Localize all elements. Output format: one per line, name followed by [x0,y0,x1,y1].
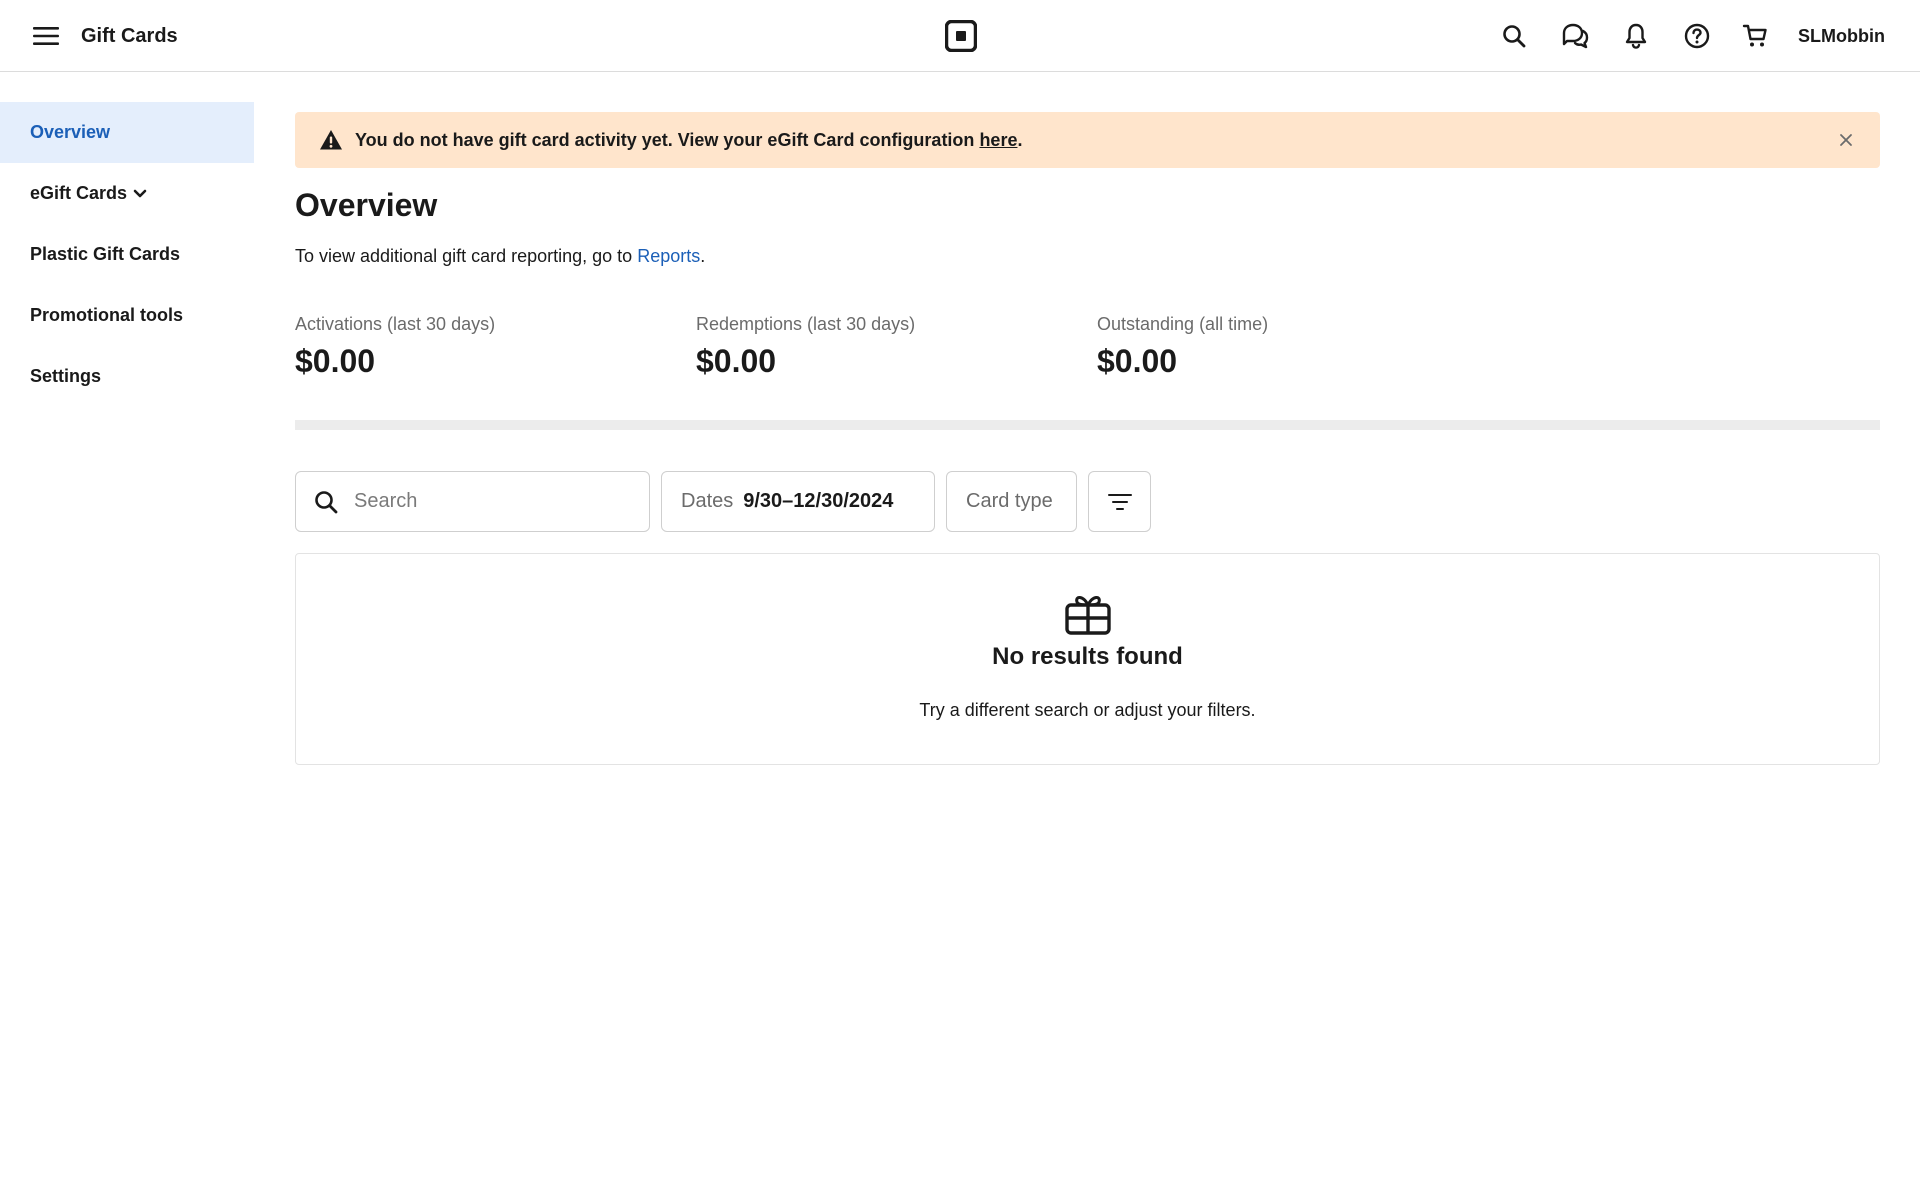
sidebar-item-overview[interactable]: Overview [0,102,254,163]
close-icon [1840,134,1852,146]
sidebar-item-egift-cards[interactable]: eGift Cards [0,163,254,224]
section-divider [295,420,1880,430]
results-panel: No results found Try a different search … [295,553,1880,765]
page-title: Overview [295,187,438,223]
subtitle-text: To view additional gift card reporting, … [295,246,638,266]
metric-label: Redemptions (last 30 days) [696,314,916,334]
sidebar-item-promotional-tools[interactable]: Promotional tools [0,285,254,346]
alert-message: You do not have gift card activity yet. … [355,129,1022,151]
metric-outstanding: Outstanding (all time) $0.00 [1097,313,1268,381]
menu-icon [33,27,59,45]
gift-icon [1065,596,1111,635]
activity-alert-banner: You do not have gift card activity yet. … [295,112,1880,168]
sidebar-item-label: Settings [30,366,102,386]
sidebar-item-settings[interactable]: Settings [0,346,254,407]
help-icon [1684,23,1710,49]
sidebar-nav: Overview eGift Cards Plastic Gift Cards … [0,102,254,407]
sidebar-item-label: eGift Cards [30,183,128,203]
filter-icon [1107,493,1132,510]
bell-icon [1625,23,1647,49]
metric-label: Outstanding (all time) [1097,314,1269,334]
search-icon [315,490,338,513]
top-bar: Gift Cards SLMobbin [0,0,1920,72]
chat-icon [1562,23,1589,49]
search-icon [1503,25,1526,48]
reports-link[interactable]: Reports [637,246,700,266]
chevron-down-icon [133,189,147,199]
help-button[interactable] [1679,18,1715,54]
subtitle-suffix: . [700,246,706,266]
search-input[interactable] [354,490,614,513]
metric-label: Activations (last 30 days) [295,314,496,334]
metric-value: $0.00 [696,343,777,379]
page-subtitle: To view additional gift card reporting, … [295,245,705,267]
search-field[interactable] [295,471,650,532]
sidebar-item-label: Promotional tools [30,305,183,325]
metric-redemptions: Redemptions (last 30 days) $0.00 [696,313,915,381]
dates-filter[interactable]: Dates 9/30–12/30/2024 [661,471,935,532]
menu-button[interactable] [28,20,64,52]
metric-value: $0.00 [1097,343,1178,379]
dates-label: Dates [681,490,734,512]
sidebar-item-plastic-gift-cards[interactable]: Plastic Gift Cards [0,224,254,285]
alert-text: You do not have gift card activity yet. … [355,130,980,150]
dates-value: 9/30–12/30/2024 [743,490,894,512]
user-account-menu[interactable]: SLMobbin [1798,24,1885,48]
metric-activations: Activations (last 30 days) $0.00 [295,313,495,381]
cart-icon [1742,24,1767,47]
notifications-button[interactable] [1618,18,1654,54]
warning-icon [320,130,342,150]
square-logo-icon [944,19,978,53]
sidebar-item-label: Overview [30,122,111,142]
empty-state-title: No results found [992,643,1183,670]
app-title: Gift Cards [81,25,178,47]
messages-button[interactable] [1557,18,1593,54]
more-filters-button[interactable] [1088,471,1151,532]
square-logo[interactable] [944,19,978,53]
cart-button[interactable] [1737,18,1773,54]
card-type-filter[interactable]: Card type [946,471,1077,532]
alert-suffix: . [1017,130,1023,150]
egift-configuration-link[interactable]: here [979,130,1017,150]
alert-close-button[interactable] [1836,130,1856,150]
empty-state-subtitle: Try a different search or adjust your fi… [919,700,1256,720]
metric-value: $0.00 [295,343,376,379]
sidebar-item-label: Plastic Gift Cards [30,244,181,264]
search-button[interactable] [1496,18,1532,54]
card-type-label: Card type [966,490,1053,512]
